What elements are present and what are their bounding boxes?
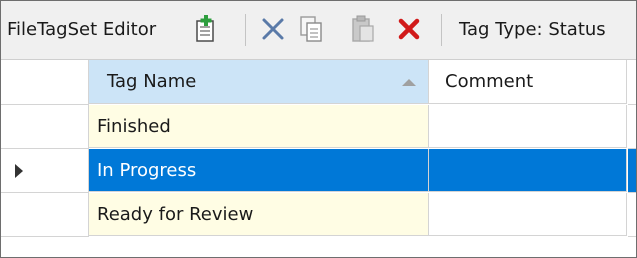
sort-ascending-icon [402,79,416,86]
grid-header-row: Tag Name Comment [1,60,636,105]
current-row-indicator-icon [14,163,23,178]
tag-type-label: Tag Type: Status [459,19,606,40]
cut-button[interactable] [259,14,287,44]
table-row[interactable]: Ready for Review [1,193,636,237]
row-filler [628,193,636,237]
comment-cell[interactable] [429,105,627,148]
row-header[interactable] [1,105,89,149]
add-icon [196,15,214,42]
tag-name-cell[interactable]: Finished [89,105,429,148]
delete-button[interactable] [395,14,423,44]
comment-cell[interactable] [429,149,627,192]
editor-title: FileTagSet Editor [7,19,157,40]
paste-icon [352,15,374,42]
row-filler [628,105,636,149]
copy-button[interactable] [297,14,325,44]
column-header-label: Tag Name [107,71,197,92]
row-header-corner [1,60,89,105]
column-header-filler [628,60,636,105]
column-header-tag-name[interactable]: Tag Name [89,60,429,104]
toolbar: FileTagSet Editor Tag Type: Status [1,1,636,60]
delete-icon [398,18,420,40]
row-filler [628,149,636,193]
add-tag-button[interactable] [191,14,219,44]
row-header[interactable] [1,193,89,237]
filetagset-editor-window: FileTagSet Editor Tag Type: Status Tag N… [0,0,637,258]
cut-icon [262,18,284,40]
table-row[interactable]: In Progress [1,149,636,193]
column-header-label: Comment [445,71,534,92]
tag-name-cell[interactable]: In Progress [89,149,429,192]
comment-cell[interactable] [429,193,627,236]
toolbar-separator [245,14,246,46]
row-header[interactable] [1,149,89,193]
tag-name-cell[interactable]: Ready for Review [89,193,429,236]
toolbar-separator [441,14,442,46]
copy-icon [300,16,322,42]
table-row[interactable]: Finished [1,105,636,149]
paste-button[interactable] [349,14,377,44]
column-header-comment[interactable]: Comment [429,60,627,104]
